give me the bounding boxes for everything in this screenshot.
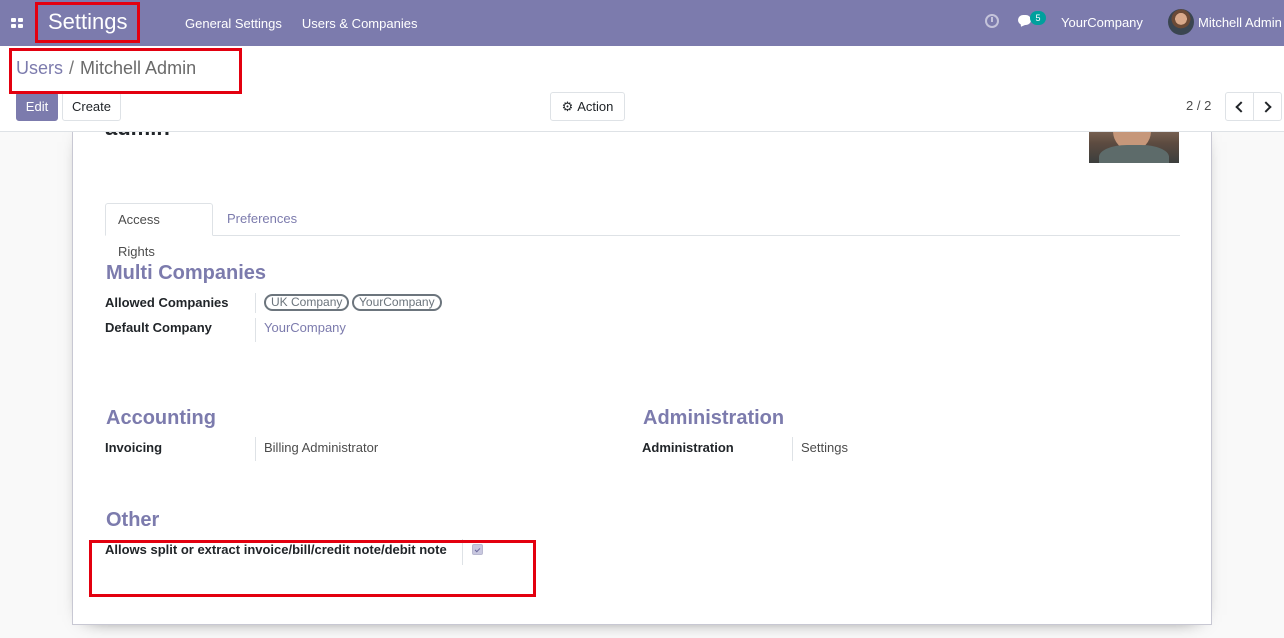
gear-icon: ⚙ [561, 99, 574, 114]
breadcrumb: Users / Mitchell Admin [16, 58, 196, 79]
split-invoice-checkbox[interactable] [472, 544, 483, 555]
checkmark-icon [474, 546, 481, 552]
split-invoice-label: Allows split or extract invoice/bill/cre… [105, 542, 447, 557]
record-login: admin [105, 132, 170, 141]
clock-icon[interactable] [985, 14, 999, 28]
menu-general-settings[interactable]: General Settings [175, 16, 292, 31]
company-tag[interactable]: YourCompany [352, 294, 442, 311]
breadcrumb-separator: / [69, 58, 75, 78]
multi-companies-title: Multi Companies [106, 262, 267, 284]
apps-menu-icon[interactable] [0, 0, 34, 46]
control-panel: Users / Mitchell Admin Edit Create ⚙ Actio… [0, 46, 1284, 132]
field-divider [255, 318, 256, 342]
administration-value: Settings [801, 440, 848, 455]
chevron-left-icon [1235, 100, 1247, 113]
invoicing-label: Invoicing [105, 440, 163, 455]
menu-users-companies[interactable]: Users & Companies [292, 16, 428, 31]
breadcrumb-current: Mitchell Admin [80, 58, 197, 78]
company-tag[interactable]: UK Company [264, 294, 350, 311]
action-label: Action [577, 99, 614, 114]
field-divider [255, 293, 256, 313]
pager-value[interactable]: 2 / 2 [1186, 98, 1211, 113]
invoicing-value: Billing Administrator [264, 440, 379, 455]
user-menu[interactable]: Mitchell Admin [1168, 9, 1282, 35]
user-photo[interactable] [1089, 132, 1179, 163]
company-switcher[interactable]: YourCompany [1061, 15, 1143, 30]
administration-label: Administration [642, 440, 734, 455]
action-button[interactable]: ⚙ Action [550, 92, 625, 121]
create-button[interactable]: Create [62, 92, 121, 121]
form-sheet: admin Access Rights Preferences Multi Co… [72, 132, 1212, 625]
tab-preferences[interactable]: Preferences [215, 203, 309, 236]
other-title: Other [106, 509, 160, 531]
avatar [1168, 9, 1194, 35]
field-divider [792, 437, 793, 461]
chat-badge: 5 [1030, 11, 1046, 25]
form-view: admin Access Rights Preferences Multi Co… [0, 132, 1284, 638]
tab-access-rights[interactable]: Access Rights [105, 203, 213, 259]
breadcrumb-users[interactable]: Users [16, 58, 63, 78]
field-divider [255, 437, 256, 461]
app-title[interactable]: Settings [48, 8, 128, 36]
field-divider [462, 539, 463, 565]
default-company-value[interactable]: YourCompany [264, 320, 346, 335]
accounting-title: Accounting [106, 407, 216, 429]
administration-title: Administration [643, 407, 785, 429]
notebook-tabs: Access Rights Preferences [105, 203, 1180, 259]
top-navbar: Settings General Settings Users & Compan… [0, 0, 1284, 46]
chevron-right-icon [1260, 100, 1272, 113]
pager-next-button[interactable] [1253, 92, 1282, 121]
user-name: Mitchell Admin [1198, 14, 1282, 30]
main-menu: General Settings Users & Companies [175, 0, 427, 46]
default-company-label: Default Company [105, 320, 212, 335]
allowed-companies-label: Allowed Companies [105, 295, 229, 310]
edit-button[interactable]: Edit [16, 92, 58, 121]
pager-previous-button[interactable] [1225, 92, 1254, 121]
